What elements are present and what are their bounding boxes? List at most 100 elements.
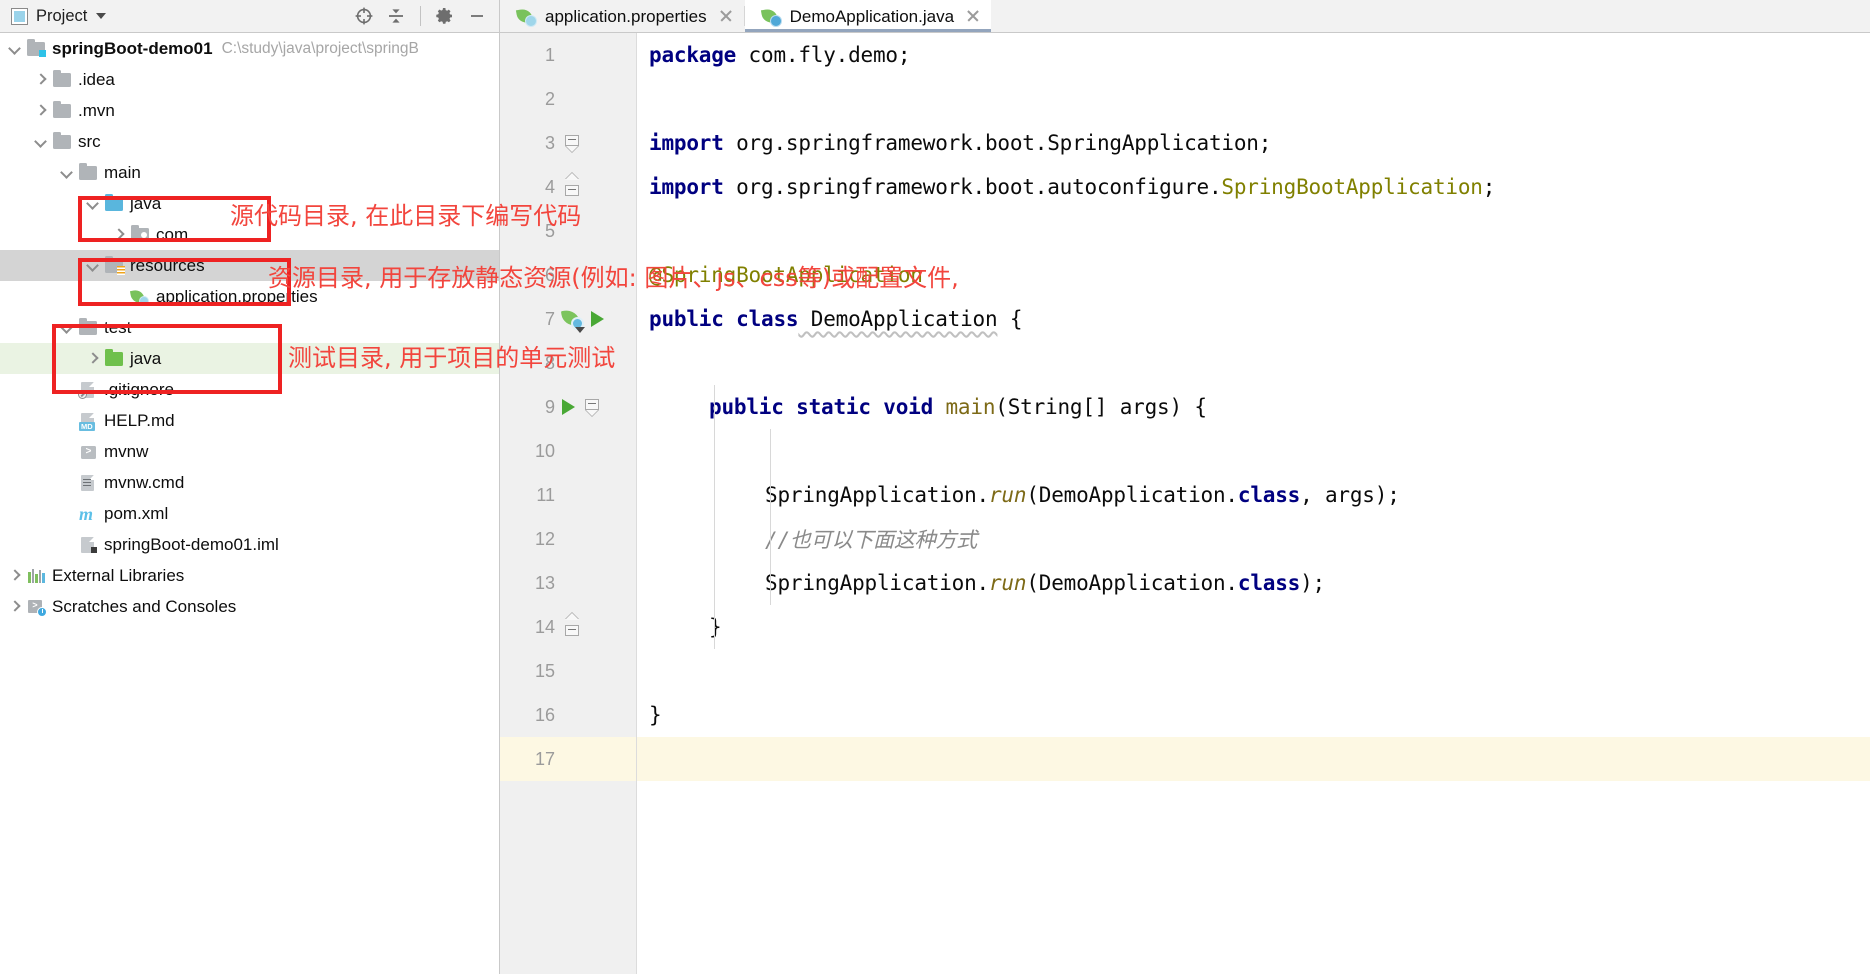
gutter-line-9[interactable]: 9 [500,385,637,429]
close-brace-14: } [709,615,722,639]
class-name-demoapplication: DemoApplication [798,307,998,331]
tree-item-label: main [104,163,141,182]
tree-item-external-libraries[interactable]: External Libraries [0,560,500,591]
editor-tab-application-properties[interactable]: application.properties [500,0,744,32]
tree-item-help-md[interactable]: MD HELP.md [0,405,500,436]
tree-item-mvnw-cmd[interactable]: mvnw.cmd [0,467,500,498]
tree-item-mvn[interactable]: .mvn [0,95,500,126]
gutter-line-10[interactable]: 10 [500,429,637,473]
keyword-void: void [883,395,934,419]
tree-item-idea[interactable]: .idea [0,64,500,95]
editor-tab-label: application.properties [545,6,707,26]
minimize-icon[interactable] [462,1,492,31]
gutter-line-4[interactable]: 4 [500,165,637,209]
folder-package-icon [130,224,150,244]
code-fold-icon[interactable] [565,134,580,152]
tree-item-label: Scratches and Consoles [52,597,237,616]
gutter-line-6[interactable]: 6 [500,253,637,297]
chevron-down-icon[interactable] [86,259,99,272]
tree-item-resources[interactable]: resources [0,250,500,281]
code-area[interactable]: package com.fly.demo; import org.springf… [500,33,1870,974]
close-icon[interactable] [965,8,981,24]
chevron-down-icon[interactable] [86,197,99,210]
run-arg-open: (DemoApplication. [1026,483,1238,507]
gutter-line-5[interactable]: 5 [500,209,637,253]
code-fold-icon[interactable] [585,398,600,416]
code-editor[interactable]: 1 2 3 4 5 6 7 8 9 10 11 12 13 14 15 16 17 package com.fl… [500,33,1870,974]
close-icon[interactable] [718,8,734,24]
chevron-right-icon[interactable] [112,228,125,241]
project-panel-selector[interactable]: Project [11,7,107,25]
gutter-line-3[interactable]: 3 [500,121,637,165]
tree-item-scratches-and-consoles[interactable]: > Scratches and Consoles [0,591,500,622]
tree-item-label: mvnw [104,442,149,461]
tree-item-main[interactable]: main [0,157,500,188]
tree-item-label: .mvn [78,101,115,120]
line-number: 14 [534,617,555,637]
gutter-icons [562,612,580,636]
gutter-line-11[interactable]: 11 [500,473,637,517]
tree-item-gitignore[interactable]: .gitignore [0,374,500,405]
spring-bean-gutter-icon[interactable] [560,308,585,333]
tree-item-application-properties[interactable]: application.properties [0,281,500,312]
chevron-right-icon[interactable] [86,352,99,365]
chevron-down-icon[interactable] [96,13,107,19]
tree-item-label: .idea [78,70,115,89]
folder-test-root-icon [104,348,124,368]
gear-icon[interactable] [430,1,460,31]
code-fold-icon[interactable] [565,172,580,196]
chevron-down-icon[interactable] [8,42,21,55]
gutter-line-17[interactable]: 17 [500,737,637,781]
tree-item-label: src [78,132,101,151]
gutter-line-12[interactable]: 12 [500,517,637,561]
code-fold-icon[interactable] [565,612,580,636]
run-gutter-icon[interactable] [591,311,604,327]
tree-item-test[interactable]: test [0,312,500,343]
locate-target-icon[interactable] [349,1,379,31]
gutter-line-8[interactable]: 8 [500,341,637,385]
gutter-line-7[interactable]: 7 [500,297,637,341]
chevron-right-icon[interactable] [8,569,21,582]
tree-item-pom-xml[interactable]: m pom.xml [0,498,500,529]
folder-icon [52,100,72,120]
run-gutter-icon[interactable] [562,399,575,415]
method-run: run [988,571,1027,595]
code-line-16: } [637,693,1870,737]
gutter-line-2[interactable]: 2 [500,77,637,121]
line-number: 2 [544,89,555,109]
tree-item-src[interactable]: src [0,126,500,157]
gutter-line-14[interactable]: 14 [500,605,637,649]
tree-item-mvnw[interactable]: > mvnw [0,436,500,467]
tree-item-springboot-demo01[interactable]: springBoot-demo01 C:\study\java\project\s… [0,33,500,64]
gutter-line-13[interactable]: 13 [500,561,637,605]
chevron-down-icon[interactable] [34,135,47,148]
code-line-12: //也可以下面这种方式 [637,517,1870,561]
chevron-down-icon[interactable] [60,166,73,179]
project-tree[interactable]: springBoot-demo01 C:\study\java\project\s… [0,33,500,974]
tree-item-com[interactable]: com [0,219,500,250]
tree-item-label: .gitignore [104,380,174,399]
tree-item-springboot-demo01-iml[interactable]: springBoot-demo01.iml [0,529,500,560]
run-arg-close: ) [1300,571,1313,595]
editor-tab-demoapplication-java[interactable]: DemoApplication.java [744,0,992,32]
tree-item-java[interactable]: java [0,188,500,219]
code-line-3: import org.springframework.boot.SpringAp… [637,121,1870,165]
indent-guide [770,429,771,605]
editor-gutter[interactable]: 1 2 3 4 5 6 7 8 9 10 11 12 13 14 15 16 17 [500,33,637,974]
collapse-all-icon[interactable] [381,1,411,31]
tree-item-java[interactable]: java [0,343,500,374]
gutter-divider [636,33,637,974]
keyword-class: class [1237,571,1301,595]
gutter-line-16[interactable]: 16 [500,693,637,737]
chevron-down-icon[interactable] [60,321,73,334]
chevron-right-icon[interactable] [8,600,21,613]
tree-item-path: C:\study\java\project\springB [221,39,419,57]
gutter-line-15[interactable]: 15 [500,649,637,693]
chevron-right-icon[interactable] [34,73,47,86]
run-arg-args: , args [1300,483,1375,507]
gutter-line-1[interactable]: 1 [500,33,637,77]
close-brace-16: } [649,703,662,727]
markdown-file-icon: MD [78,412,98,431]
chevron-right-icon[interactable] [34,104,47,117]
